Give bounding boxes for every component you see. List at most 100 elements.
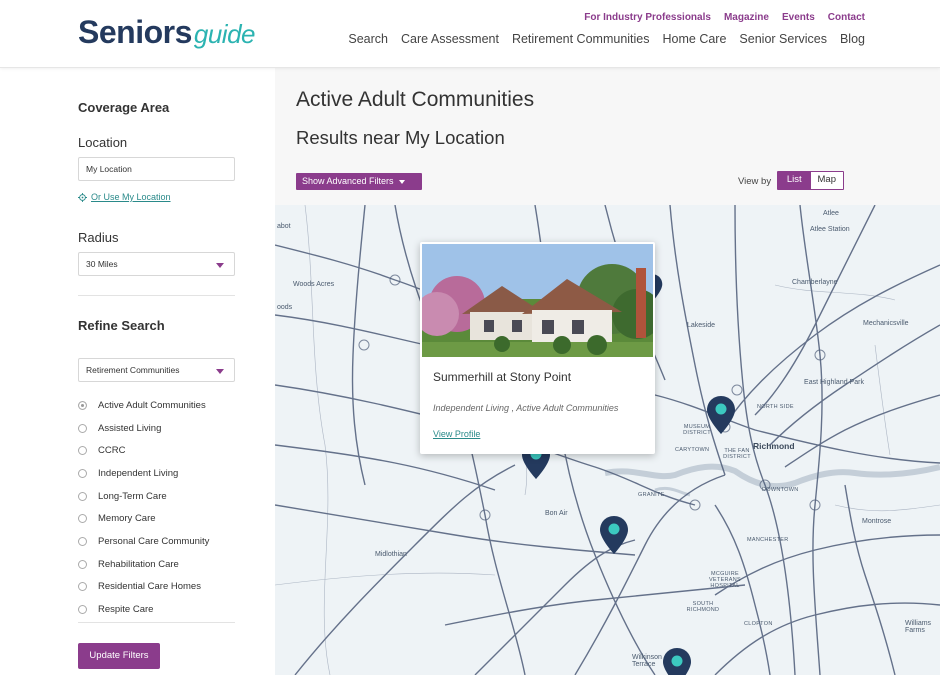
nav-senior-services[interactable]: Senior Services: [739, 32, 827, 46]
results-content: Active Adult Communities Results near My…: [275, 68, 940, 675]
location-input[interactable]: My Location: [78, 157, 235, 181]
location-input-value: My Location: [86, 164, 132, 174]
divider: [78, 622, 235, 623]
map-label-woods-acres: Woods Acres: [293, 281, 335, 288]
map-label-clopton: CLOPTON: [744, 621, 773, 627]
map-label-chamberlayne: Chamberlayne: [792, 279, 838, 286]
nav-retirement-communities[interactable]: Retirement Communities: [512, 32, 650, 46]
radio-icon: [78, 514, 87, 524]
page-title: Active Adult Communities: [296, 88, 535, 111]
option-memory-care[interactable]: Memory Care: [78, 507, 238, 530]
main-nav: Search Care Assessment Retirement Commun…: [348, 32, 865, 46]
chevron-down-icon: [398, 179, 405, 184]
radius-label: Radius: [78, 230, 119, 245]
coverage-area-heading: Coverage Area: [78, 100, 170, 115]
map-label-abot: abot: [277, 223, 291, 230]
map-label-atlee-station: Atlee Station: [810, 226, 850, 233]
map-pin-icon[interactable]: [706, 395, 736, 435]
use-my-location-link[interactable]: Or Use My Location: [78, 192, 171, 202]
logo-script-text: guide: [193, 19, 256, 49]
location-label: Location: [78, 135, 128, 150]
map-label-granite: GRANITE: [638, 492, 665, 498]
utility-nav: For Industry Professionals Magazine Even…: [584, 12, 865, 23]
category-select-value: Retirement Communities: [86, 365, 180, 375]
map-label-downtown: DOWNTOWN: [762, 487, 799, 493]
map-label-mechanicsville: Mechanicsville: [863, 320, 909, 327]
map-label-richmond: Richmond: [753, 441, 795, 451]
map-label-manchester: MANCHESTER: [747, 537, 789, 543]
map-label-oods: oods: [277, 304, 293, 311]
radio-icon: [78, 605, 87, 615]
community-types: Independent Living , Active Adult Commun…: [433, 403, 619, 413]
radius-select-value: 30 Miles: [86, 259, 118, 269]
option-label: Memory Care: [98, 513, 156, 525]
map-pin-icon[interactable]: [662, 647, 692, 675]
map-label-midlothian: Midlothian: [375, 551, 407, 558]
site-header: Seniorsguide For Industry Professionals …: [0, 0, 940, 68]
view-profile-link[interactable]: View Profile: [433, 429, 480, 439]
option-residential-care-homes[interactable]: Residential Care Homes: [78, 576, 238, 599]
nav-care-assessment[interactable]: Care Assessment: [401, 32, 499, 46]
care-type-options: Active Adult Communities Assisted Living…: [78, 394, 238, 621]
nav-search[interactable]: Search: [348, 32, 388, 46]
option-respite-care[interactable]: Respite Care: [78, 598, 238, 621]
radio-icon: [78, 559, 87, 569]
option-long-term-care[interactable]: Long-Term Care: [78, 485, 238, 508]
map-label-carytown: CARYTOWN: [675, 447, 710, 453]
map-label-williams-farms: Williams Farms: [905, 620, 932, 634]
option-label: Respite Care: [98, 604, 154, 616]
map-label-south-richmond: SOUTH RICHMOND: [686, 601, 720, 613]
nav-blog[interactable]: Blog: [840, 32, 865, 46]
map-label-lakeside: Lakeside: [687, 322, 716, 329]
radio-icon: [78, 491, 87, 501]
show-advanced-filters-button[interactable]: Show Advanced Filters: [296, 173, 422, 190]
map-label-mcguire-hospital: MCGUIRE VETERANS HOSPITAL: [708, 571, 742, 589]
option-label: CCRC: [98, 445, 126, 457]
community-photo: [422, 244, 653, 357]
category-select[interactable]: Retirement Communities: [78, 358, 235, 382]
location-target-icon: [78, 192, 87, 202]
option-independent-living[interactable]: Independent Living: [78, 462, 238, 485]
radio-icon: [78, 536, 87, 546]
community-name: Summerhill at Stony Point: [433, 370, 572, 384]
update-filters-button[interactable]: Update Filters: [78, 643, 160, 669]
view-by-label: View by: [738, 176, 772, 187]
chevron-down-icon: [216, 369, 224, 374]
filter-sidebar: Coverage Area Location My Location Or Us…: [0, 68, 275, 675]
map-pin-icon[interactable]: [599, 515, 629, 555]
nav-events[interactable]: Events: [782, 12, 815, 23]
nav-home-care[interactable]: Home Care: [663, 32, 727, 46]
option-active-adult-communities[interactable]: Active Adult Communities: [78, 394, 238, 417]
map-label-north-side: NORTH SIDE: [757, 404, 794, 410]
view-list-button[interactable]: List: [778, 172, 811, 189]
option-personal-care-community[interactable]: Personal Care Community: [78, 530, 238, 553]
option-assisted-living[interactable]: Assisted Living: [78, 417, 238, 440]
advanced-filters-label: Show Advanced Filters: [302, 176, 394, 186]
chevron-down-icon: [216, 263, 224, 268]
option-label: Personal Care Community: [98, 535, 210, 547]
nav-industry-professionals[interactable]: For Industry Professionals: [584, 12, 711, 23]
map-label-montrose: Montrose: [862, 518, 892, 525]
nav-contact[interactable]: Contact: [828, 12, 865, 23]
map-label-atlee: Atlee: [823, 210, 839, 217]
use-my-location-text: Or Use My Location: [91, 192, 171, 202]
option-rehabilitation-care[interactable]: Rehabilitation Care: [78, 553, 238, 576]
map-label-east-highland-park: East Highland Park: [804, 379, 864, 386]
view-toggle: List Map: [777, 171, 844, 190]
logo-main-text: Seniors: [78, 14, 192, 50]
option-label: Assisted Living: [98, 422, 162, 434]
radio-icon: [78, 446, 87, 456]
map-label-fan-district: THE FAN DISTRICT: [723, 448, 751, 460]
view-map-button[interactable]: Map: [810, 172, 843, 189]
radius-select[interactable]: 30 Miles: [78, 252, 235, 276]
nav-magazine[interactable]: Magazine: [724, 12, 769, 23]
option-ccrc[interactable]: CCRC: [78, 439, 238, 462]
results-map[interactable]: Atlee Atlee Station abot Woods Acres ood…: [275, 205, 940, 675]
option-label: Long-Term Care: [98, 490, 167, 502]
divider: [78, 295, 235, 296]
radio-icon: [78, 582, 87, 592]
james-river: [604, 463, 940, 490]
option-label: Rehabilitation Care: [98, 558, 179, 570]
radio-selected-icon: [78, 400, 87, 410]
seniors-guide-logo[interactable]: Seniorsguide: [78, 14, 256, 51]
